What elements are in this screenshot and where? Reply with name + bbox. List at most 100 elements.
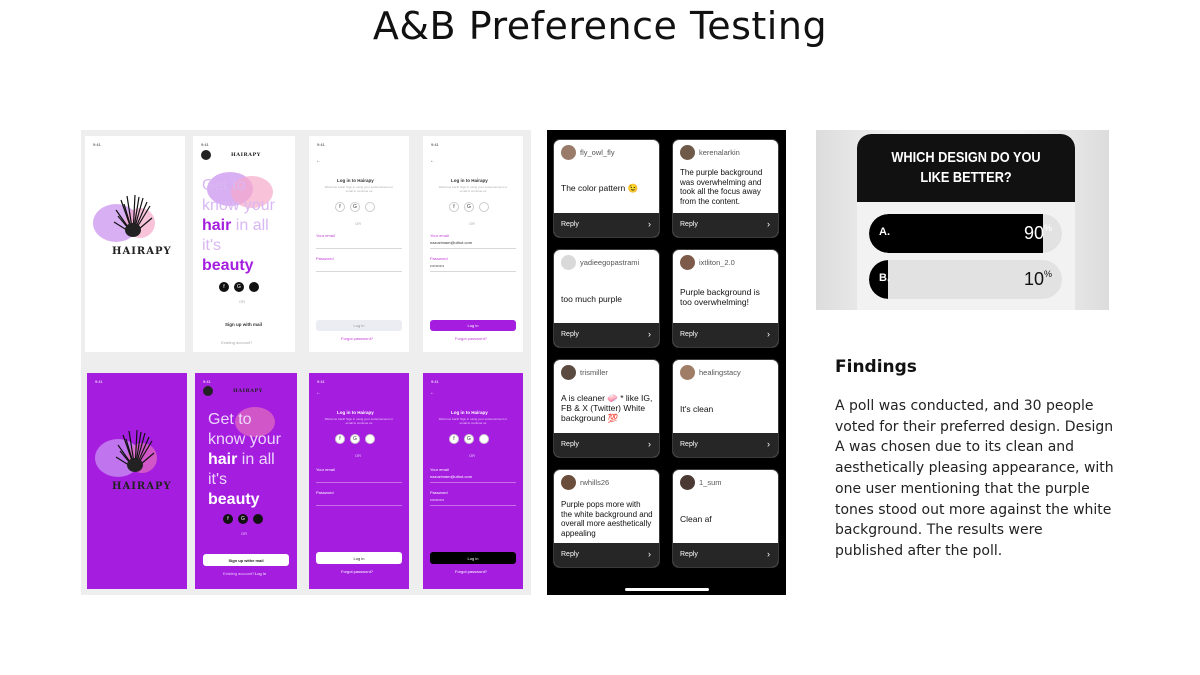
reply-button[interactable]: Reply (561, 221, 579, 228)
apple-icon[interactable] (365, 434, 375, 444)
login-button[interactable]: Log in (316, 552, 402, 564)
facebook-icon[interactable]: f (449, 202, 459, 212)
email-underline (430, 248, 516, 249)
login-subtitle: Welcome back! Sign in using your social … (438, 185, 508, 193)
back-arrow-icon[interactable]: ← (316, 390, 321, 396)
signup-mail-button[interactable]: Sign up with mail (225, 322, 262, 327)
or-divider: OR (469, 221, 475, 226)
reply-card: rwhills26 Purple pops more with the whit… (553, 469, 660, 568)
email-field[interactable] (316, 248, 402, 249)
poll-option-b[interactable]: B. 10% (869, 260, 1062, 299)
password-field[interactable] (316, 271, 402, 272)
poll-percent-b: 10% (1023, 269, 1052, 289)
apple-icon[interactable] (479, 434, 489, 444)
reply-card: fly_owl_fly The color pattern 😉 Reply › (553, 139, 660, 238)
status-time: 9:41 (201, 142, 209, 147)
email-field[interactable]: nazozimam@uthut.com (430, 474, 472, 479)
avatar (561, 365, 576, 380)
reply-username: healingstacy (699, 368, 741, 377)
back-arrow-icon[interactable]: ← (316, 158, 321, 164)
password-underline (430, 505, 516, 506)
reply-button[interactable]: Reply (680, 551, 698, 558)
chevron-right-icon: › (648, 549, 651, 559)
poll-option-label: A. (879, 226, 890, 238)
tagline: Get to know your hair in all it's beauty (208, 411, 281, 508)
login-title: Log in to Hairapy (337, 410, 374, 415)
avatar (680, 255, 695, 270)
login-button[interactable]: Log in (430, 320, 516, 331)
status-time: 9:41 (95, 379, 103, 384)
reply-footer[interactable]: Reply › (673, 213, 778, 237)
reply-button[interactable]: Reply (561, 441, 579, 448)
email-field[interactable] (316, 482, 402, 483)
google-icon[interactable]: G (464, 434, 474, 444)
reply-text: A is cleaner 🧼 * like IG, FB & X (Twitte… (561, 393, 653, 423)
reply-text: too much purple (561, 294, 622, 304)
reply-button[interactable]: Reply (680, 221, 698, 228)
brand-logo-text: HAIRAPY (112, 246, 172, 257)
chevron-right-icon: › (648, 329, 651, 339)
signup-mail-button[interactable]: Sign up withe mail (203, 554, 289, 566)
avatar (680, 145, 695, 160)
forgot-password-link[interactable]: Forgot password? (341, 336, 373, 341)
reply-text: Purple background is too overwhelming! (680, 287, 760, 307)
chevron-right-icon: › (767, 439, 770, 449)
facebook-icon[interactable]: f (335, 434, 345, 444)
google-icon[interactable]: G (350, 434, 360, 444)
facebook-icon[interactable]: f (335, 202, 345, 212)
password-field[interactable] (316, 505, 402, 506)
or-divider: OR (239, 299, 245, 304)
reply-username: trismiller (580, 368, 608, 377)
app-logo-icon (201, 150, 211, 160)
reply-card: ixtliton_2.0 Purple background is too ov… (672, 249, 779, 348)
apple-icon[interactable] (253, 514, 263, 524)
login-screen-purple-a: 9:41 ← Log in to Hairapy Welcome back! S… (309, 373, 409, 589)
reply-button[interactable]: Reply (680, 441, 698, 448)
login-button[interactable]: Log in (316, 320, 402, 331)
reply-footer[interactable]: Reply › (673, 433, 778, 457)
poll-option-a[interactable]: A. 90% (869, 214, 1062, 253)
reply-footer[interactable]: Reply › (554, 433, 659, 457)
reply-footer[interactable]: Reply › (554, 543, 659, 567)
reply-footer[interactable]: Reply › (673, 323, 778, 347)
or-divider: OR (469, 453, 475, 458)
status-time: 9:41 (431, 379, 439, 384)
login-screen-white-a: 9:41 ← Log in to Hairapy Welcome back! S… (309, 136, 409, 352)
login-subtitle: Welcome back! Sign in using your social … (438, 417, 508, 425)
google-icon[interactable]: G (350, 202, 360, 212)
apple-icon[interactable] (479, 202, 489, 212)
reply-button[interactable]: Reply (561, 551, 579, 558)
google-icon[interactable]: G (238, 514, 248, 524)
app-logo-icon (203, 386, 213, 396)
forgot-password-link[interactable]: Forgot password? (455, 336, 487, 341)
google-icon[interactable]: G (234, 282, 244, 292)
apple-icon[interactable] (249, 282, 259, 292)
social-login-row: f G (335, 202, 375, 212)
email-field[interactable]: nazozimam@uthut.com (430, 240, 472, 245)
password-label: Password (316, 490, 334, 495)
poll-bar-a (869, 214, 1043, 253)
facebook-icon[interactable]: f (219, 282, 229, 292)
password-field[interactable]: •••••••••• (430, 263, 444, 268)
reply-button[interactable]: Reply (561, 331, 579, 338)
reply-button[interactable]: Reply (680, 331, 698, 338)
chevron-right-icon: › (767, 219, 770, 229)
splash-screen-purple: 9:41 HAIRAPY (87, 373, 187, 589)
or-divider: OR (241, 531, 247, 536)
login-title: Log in to Hairapy (451, 178, 488, 183)
reply-footer[interactable]: Reply › (554, 213, 659, 237)
back-arrow-icon[interactable]: ← (430, 390, 435, 396)
login-button[interactable]: Log in (430, 552, 516, 564)
forgot-password-link[interactable]: Forgot password? (341, 569, 373, 574)
login-link[interactable]: Log In (255, 571, 266, 576)
google-icon[interactable]: G (464, 202, 474, 212)
avatar (561, 145, 576, 160)
facebook-icon[interactable]: f (449, 434, 459, 444)
apple-icon[interactable] (365, 202, 375, 212)
facebook-icon[interactable]: f (223, 514, 233, 524)
back-arrow-icon[interactable]: ← (430, 158, 435, 164)
reply-footer[interactable]: Reply › (554, 323, 659, 347)
forgot-password-link[interactable]: Forgot password? (455, 569, 487, 574)
password-field[interactable]: •••••••••• (430, 497, 444, 502)
reply-footer[interactable]: Reply › (673, 543, 778, 567)
